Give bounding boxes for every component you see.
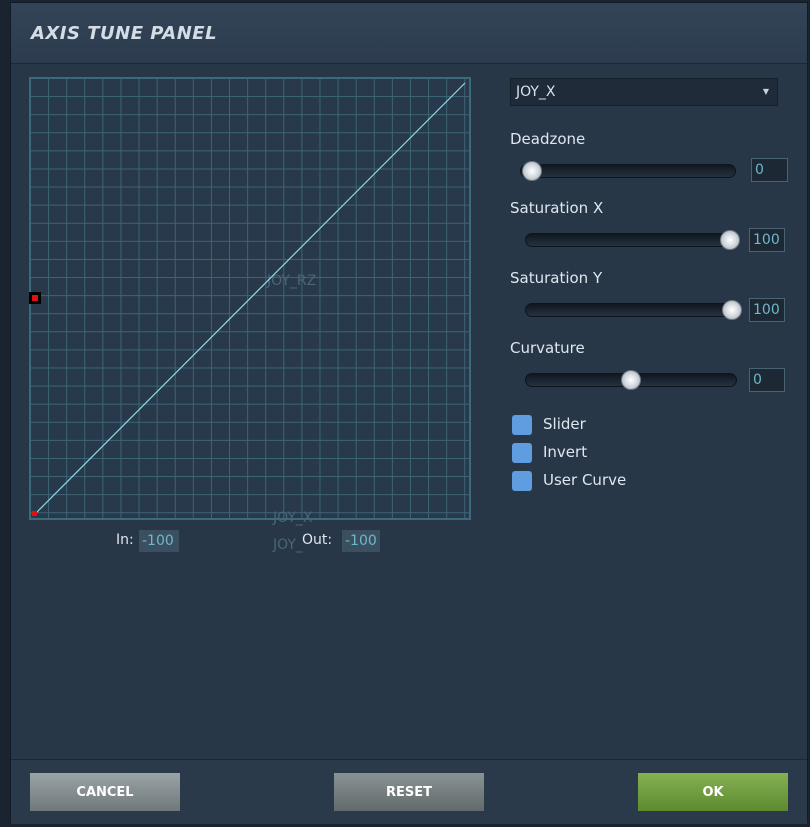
invert-checkbox-label: Invert: [543, 443, 588, 461]
ok-button[interactable]: OK: [638, 773, 788, 811]
cancel-button[interactable]: CANCEL: [30, 773, 180, 811]
curve-graph[interactable]: JOY_RZ: [29, 77, 471, 520]
curve-output-marker[interactable]: [29, 292, 41, 304]
out-value: -100: [342, 530, 380, 552]
invert-checkbox[interactable]: [512, 443, 532, 463]
curvature-slider-knob[interactable]: [621, 370, 641, 390]
in-value: -100: [139, 530, 179, 552]
response-curve-line: [34, 82, 466, 515]
user-curve-checkbox[interactable]: [512, 471, 532, 491]
overlay-axis-label-2: JOY_: [273, 537, 303, 553]
saturation-x-slider-track[interactable]: [525, 233, 737, 247]
dialog-title: AXIS TUNE PANEL: [31, 23, 218, 44]
deadzone-slider-knob[interactable]: [522, 161, 542, 181]
out-label: Out:: [302, 532, 333, 548]
saturation-y-slider-track[interactable]: [525, 303, 737, 317]
slider-checkbox[interactable]: [512, 415, 532, 435]
saturation-y-slider-knob[interactable]: [722, 300, 742, 320]
axis-select-value: JOY_X: [516, 84, 556, 100]
saturation-x-label: Saturation X: [510, 199, 604, 217]
user-curve-checkbox-label: User Curve: [543, 471, 627, 489]
deadzone-value-field[interactable]: 0: [751, 158, 788, 182]
saturation-x-slider-knob[interactable]: [720, 230, 740, 250]
deadzone-label: Deadzone: [510, 130, 586, 148]
saturation-x-value-field[interactable]: 100: [749, 228, 785, 252]
curvature-value-field[interactable]: 0: [749, 368, 785, 392]
reset-button[interactable]: RESET: [334, 773, 484, 811]
overlay-axis-label-1: JOY_X: [273, 510, 313, 526]
axis-select-dropdown[interactable]: JOY_X ▼: [510, 78, 778, 106]
deadzone-slider-track[interactable]: [520, 164, 736, 178]
curve-plot: [32, 82, 466, 516]
curve-current-point: [32, 511, 37, 516]
in-label: In:: [116, 532, 134, 548]
saturation-y-label: Saturation Y: [510, 269, 603, 287]
chevron-down-icon: ▼: [762, 87, 769, 96]
title-bar: AXIS TUNE PANEL: [11, 3, 807, 64]
slider-checkbox-label: Slider: [543, 415, 586, 433]
saturation-y-value-field[interactable]: 100: [749, 298, 785, 322]
curvature-label: Curvature: [510, 339, 585, 357]
